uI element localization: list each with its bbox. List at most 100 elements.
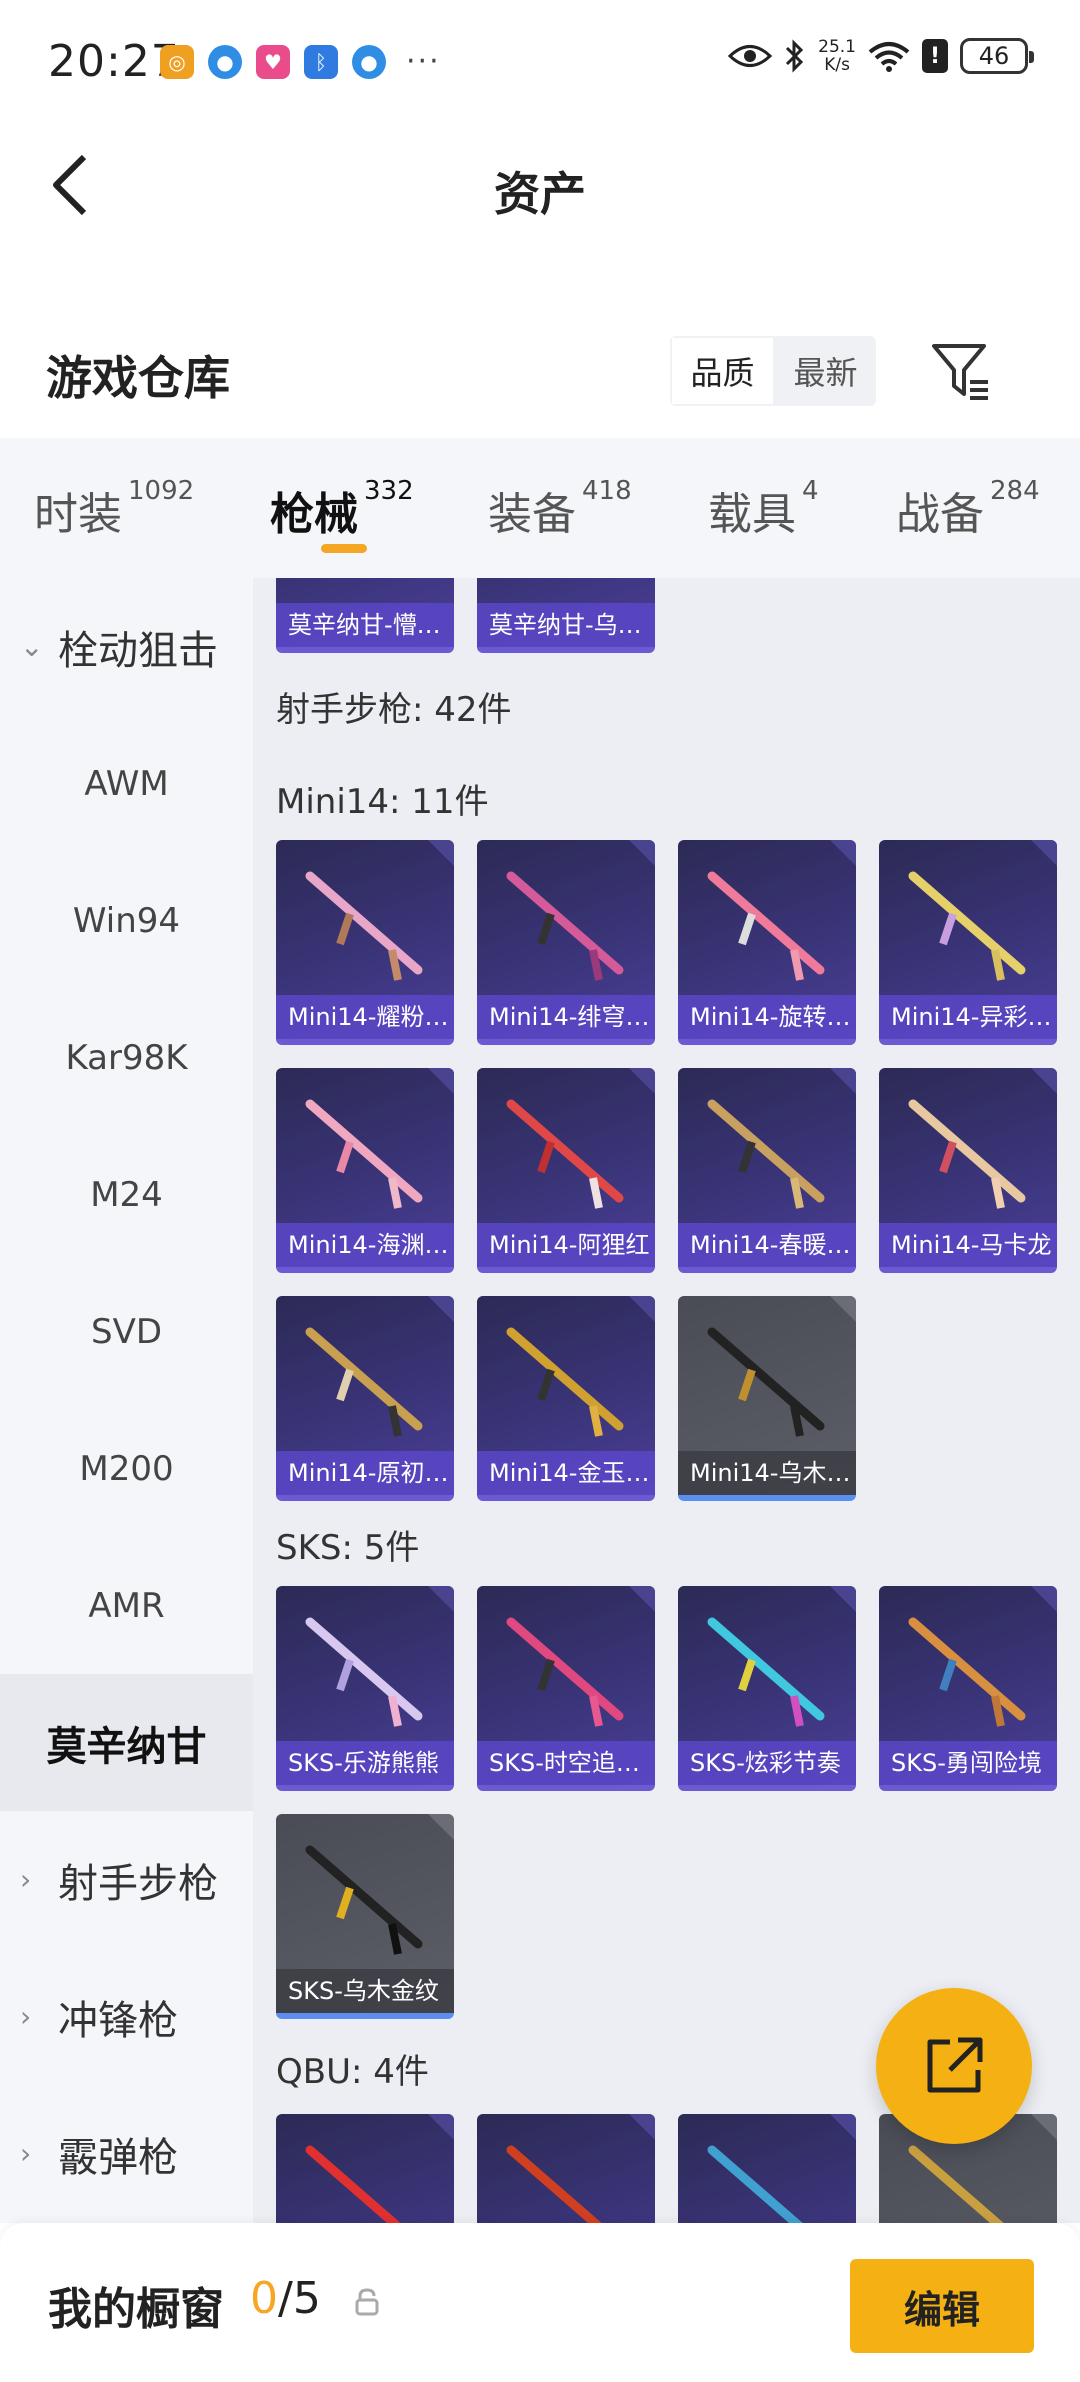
chevron-right-icon: › xyxy=(20,1863,32,1896)
sort-quality-button[interactable]: 品质 xyxy=(670,336,775,406)
sidebar-item-amr[interactable]: AMR xyxy=(0,1537,253,1674)
rifle-icon xyxy=(305,2145,401,2223)
sidebar-item-svd[interactable]: SVD xyxy=(0,1263,253,1400)
skin-card[interactable]: SKS-炫彩节奏 xyxy=(678,1586,856,1791)
skin-card[interactable] xyxy=(477,2114,655,2223)
bluetooth-notification-icon: ᛒ xyxy=(304,44,338,79)
skin-card-label: Mini14-阿狸红 xyxy=(477,1223,655,1267)
showcase-count: 0/5 xyxy=(250,2273,321,2324)
skin-card[interactable]: SKS-乌木金纹 xyxy=(276,1814,454,2019)
skin-card-label: Mini14-马卡龙 xyxy=(879,1223,1057,1267)
sidebar-group-bolt-sniper[interactable]: ⌄ 栓动狙击 xyxy=(0,578,253,715)
skin-card[interactable]: Mini14-马卡龙 xyxy=(879,1068,1057,1273)
tab-vehicles[interactable]: 载具 4 xyxy=(708,476,819,542)
sidebar-item-m24[interactable]: M24 xyxy=(0,1126,253,1263)
skin-card-label: 莫辛纳甘-懵… xyxy=(276,603,454,647)
showcase-bar: 我的橱窗 0/5 编辑 xyxy=(0,2223,1080,2382)
skin-card-label: Mini14-耀粉… xyxy=(276,995,454,1039)
skin-card[interactable]: 莫辛纳甘-懵… xyxy=(276,578,454,653)
page-title: 资产 xyxy=(494,167,586,221)
skin-card-label: Mini14-金玉… xyxy=(477,1451,655,1495)
sidebar-group-shotgun[interactable]: › 霰弹枪 xyxy=(0,2085,253,2222)
item-grid: 莫辛纳甘-懵… 莫辛纳甘-乌… 射手步枪: 42件 Mini14: 11件 Mi… xyxy=(253,578,1080,2223)
filter-icon xyxy=(932,344,988,400)
external-link-icon xyxy=(927,2037,983,2093)
rifle-icon xyxy=(305,1327,423,1437)
warehouse-row: 游戏仓库 品质 最新 xyxy=(0,320,1080,440)
tab-equipment[interactable]: 装备 418 xyxy=(488,476,632,542)
share-button[interactable] xyxy=(876,1988,1032,2144)
rifle-icon xyxy=(908,1617,1026,1727)
battery-indicator: 46 xyxy=(960,38,1034,74)
skin-card[interactable]: Mini14-乌木… xyxy=(678,1296,856,1501)
skin-card[interactable] xyxy=(276,2114,454,2223)
skin-card[interactable]: Mini14-旋转… xyxy=(678,840,856,1045)
skin-card[interactable]: Mini14-原初… xyxy=(276,1296,454,1501)
filter-button[interactable] xyxy=(928,338,994,404)
rifle-icon xyxy=(506,871,624,981)
chevron-right-icon: › xyxy=(20,2137,32,2170)
rifle-icon xyxy=(506,1327,624,1437)
browser-notification-icon: ● xyxy=(352,44,386,79)
app-notification-icon: ◎ xyxy=(160,44,194,79)
skin-card[interactable]: Mini14-春暖… xyxy=(678,1068,856,1273)
skin-card-label: Mini14-绯穹… xyxy=(477,995,655,1039)
skin-card-label: SKS-乐游熊熊 xyxy=(276,1741,454,1785)
weapon-sidebar: ⌄ 栓动狙击 AWM Win94 Kar98K M24 SVD M200 AMR… xyxy=(0,578,253,2223)
more-notifications-icon: ··· xyxy=(406,44,441,79)
skin-card[interactable] xyxy=(678,2114,856,2223)
skin-card[interactable]: Mini14-绯穹… xyxy=(477,840,655,1045)
skin-card[interactable]: Mini14-耀粉… xyxy=(276,840,454,1045)
sort-latest-button[interactable]: 最新 xyxy=(775,336,876,406)
warehouse-title: 游戏仓库 xyxy=(46,351,230,405)
tab-supplies[interactable]: 战备 284 xyxy=(896,476,1040,542)
app-notification-icon: ♥ xyxy=(256,44,290,79)
status-bar: 20:27 ◎ ● ♥ ᛒ ● ··· 25.1 K/s ! 46 xyxy=(0,0,1080,128)
skin-card[interactable]: Mini14-异彩… xyxy=(879,840,1057,1045)
bluetooth-icon xyxy=(786,39,804,73)
rifle-icon xyxy=(506,1617,624,1727)
app-header: 资产 xyxy=(0,128,1080,248)
rifle-icon xyxy=(707,2145,803,2223)
sidebar-item-mosin-nagant[interactable]: 莫辛纳甘 xyxy=(0,1674,253,1811)
browser-notification-icon: ● xyxy=(208,44,242,79)
tab-firearms[interactable]: 枪械 332 xyxy=(270,476,414,542)
sidebar-item-m200[interactable]: M200 xyxy=(0,1400,253,1537)
skin-card[interactable]: SKS-勇闯险境 xyxy=(879,1586,1057,1791)
skin-card[interactable]: Mini14-海渊… xyxy=(276,1068,454,1273)
wifi-icon xyxy=(868,42,910,72)
skin-card-label: Mini14-春暖… xyxy=(678,1223,856,1267)
eye-icon xyxy=(728,45,773,67)
net-speed: 25.1 K/s xyxy=(818,37,856,75)
rifle-icon xyxy=(305,1617,423,1727)
section-title-sks: SKS: 5件 xyxy=(276,1528,420,1568)
sidebar-item-kar98k[interactable]: Kar98K xyxy=(0,989,253,1126)
skin-card-label: SKS-勇闯险境 xyxy=(879,1741,1057,1785)
rifle-icon xyxy=(305,1099,423,1209)
skin-card[interactable]: Mini14-金玉… xyxy=(477,1296,655,1501)
skin-card[interactable]: Mini14-阿狸红 xyxy=(477,1068,655,1273)
sidebar-item-awm[interactable]: AWM xyxy=(0,715,253,852)
alert-icon: ! xyxy=(922,39,948,73)
sidebar-group-marksman[interactable]: › 射手步枪 xyxy=(0,1811,253,1948)
skin-card[interactable]: SKS-时空追… xyxy=(477,1586,655,1791)
skin-card-label: Mini14-旋转… xyxy=(678,995,856,1039)
rifle-icon xyxy=(707,871,825,981)
skin-card[interactable]: 莫辛纳甘-乌… xyxy=(477,578,655,653)
notification-icons: ◎ ● ♥ ᛒ ● ··· xyxy=(160,44,441,79)
sort-toggle: 品质 最新 xyxy=(670,336,876,406)
rifle-icon xyxy=(506,1099,624,1209)
skin-card-label: SKS-乌木金纹 xyxy=(276,1969,454,2013)
skin-card-label: 莫辛纳甘-乌… xyxy=(477,603,655,647)
skin-card[interactable]: SKS-乐游熊熊 xyxy=(276,1586,454,1791)
sidebar-item-win94[interactable]: Win94 xyxy=(0,852,253,989)
skin-card-label: Mini14-乌木… xyxy=(678,1451,856,1495)
tab-fashion[interactable]: 时装 1092 xyxy=(34,476,194,542)
sidebar-group-smg[interactable]: › 冲锋枪 xyxy=(0,1948,253,2085)
active-tab-indicator xyxy=(321,544,367,553)
section-title-marksman: 射手步枪: 42件 xyxy=(276,690,512,730)
status-right: 25.1 K/s ! 46 xyxy=(728,37,1034,75)
chevron-down-icon: ⌄ xyxy=(20,630,44,663)
edit-button[interactable]: 编辑 xyxy=(850,2259,1034,2353)
category-tabs: 时装 1092 枪械 332 装备 418 载具 4 战备 284 xyxy=(0,438,1080,578)
